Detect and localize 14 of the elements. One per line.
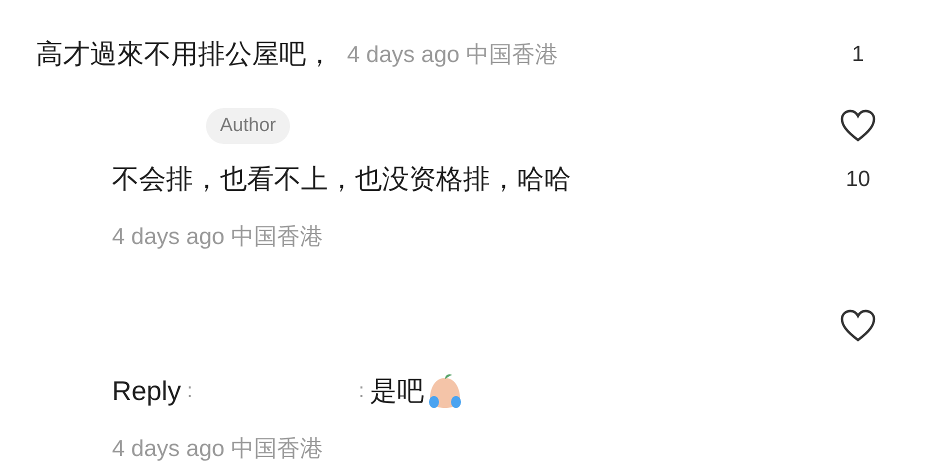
comment-time: 4 days ago 中国香港 (347, 40, 558, 69)
like-count: 1 (850, 41, 866, 67)
reply-label[interactable]: Reply (112, 376, 182, 406)
reply-text: 不会排，也看不上，也没资格排，哈哈 (112, 163, 571, 196)
reply-time: 4 days ago 中国香港 (112, 222, 323, 251)
author-badge: Author (206, 108, 290, 144)
colon-text: : (358, 380, 364, 402)
comment-text: 高才過來不用排公屋吧， (36, 38, 333, 71)
heart-icon[interactable] (840, 309, 876, 343)
like-count: 10 (844, 166, 872, 192)
reply-text: 是吧 (370, 375, 424, 408)
reply-time: 4 days ago 中国香港 (112, 434, 323, 463)
colon-text: : (187, 380, 193, 402)
heart-icon[interactable] (840, 109, 876, 143)
